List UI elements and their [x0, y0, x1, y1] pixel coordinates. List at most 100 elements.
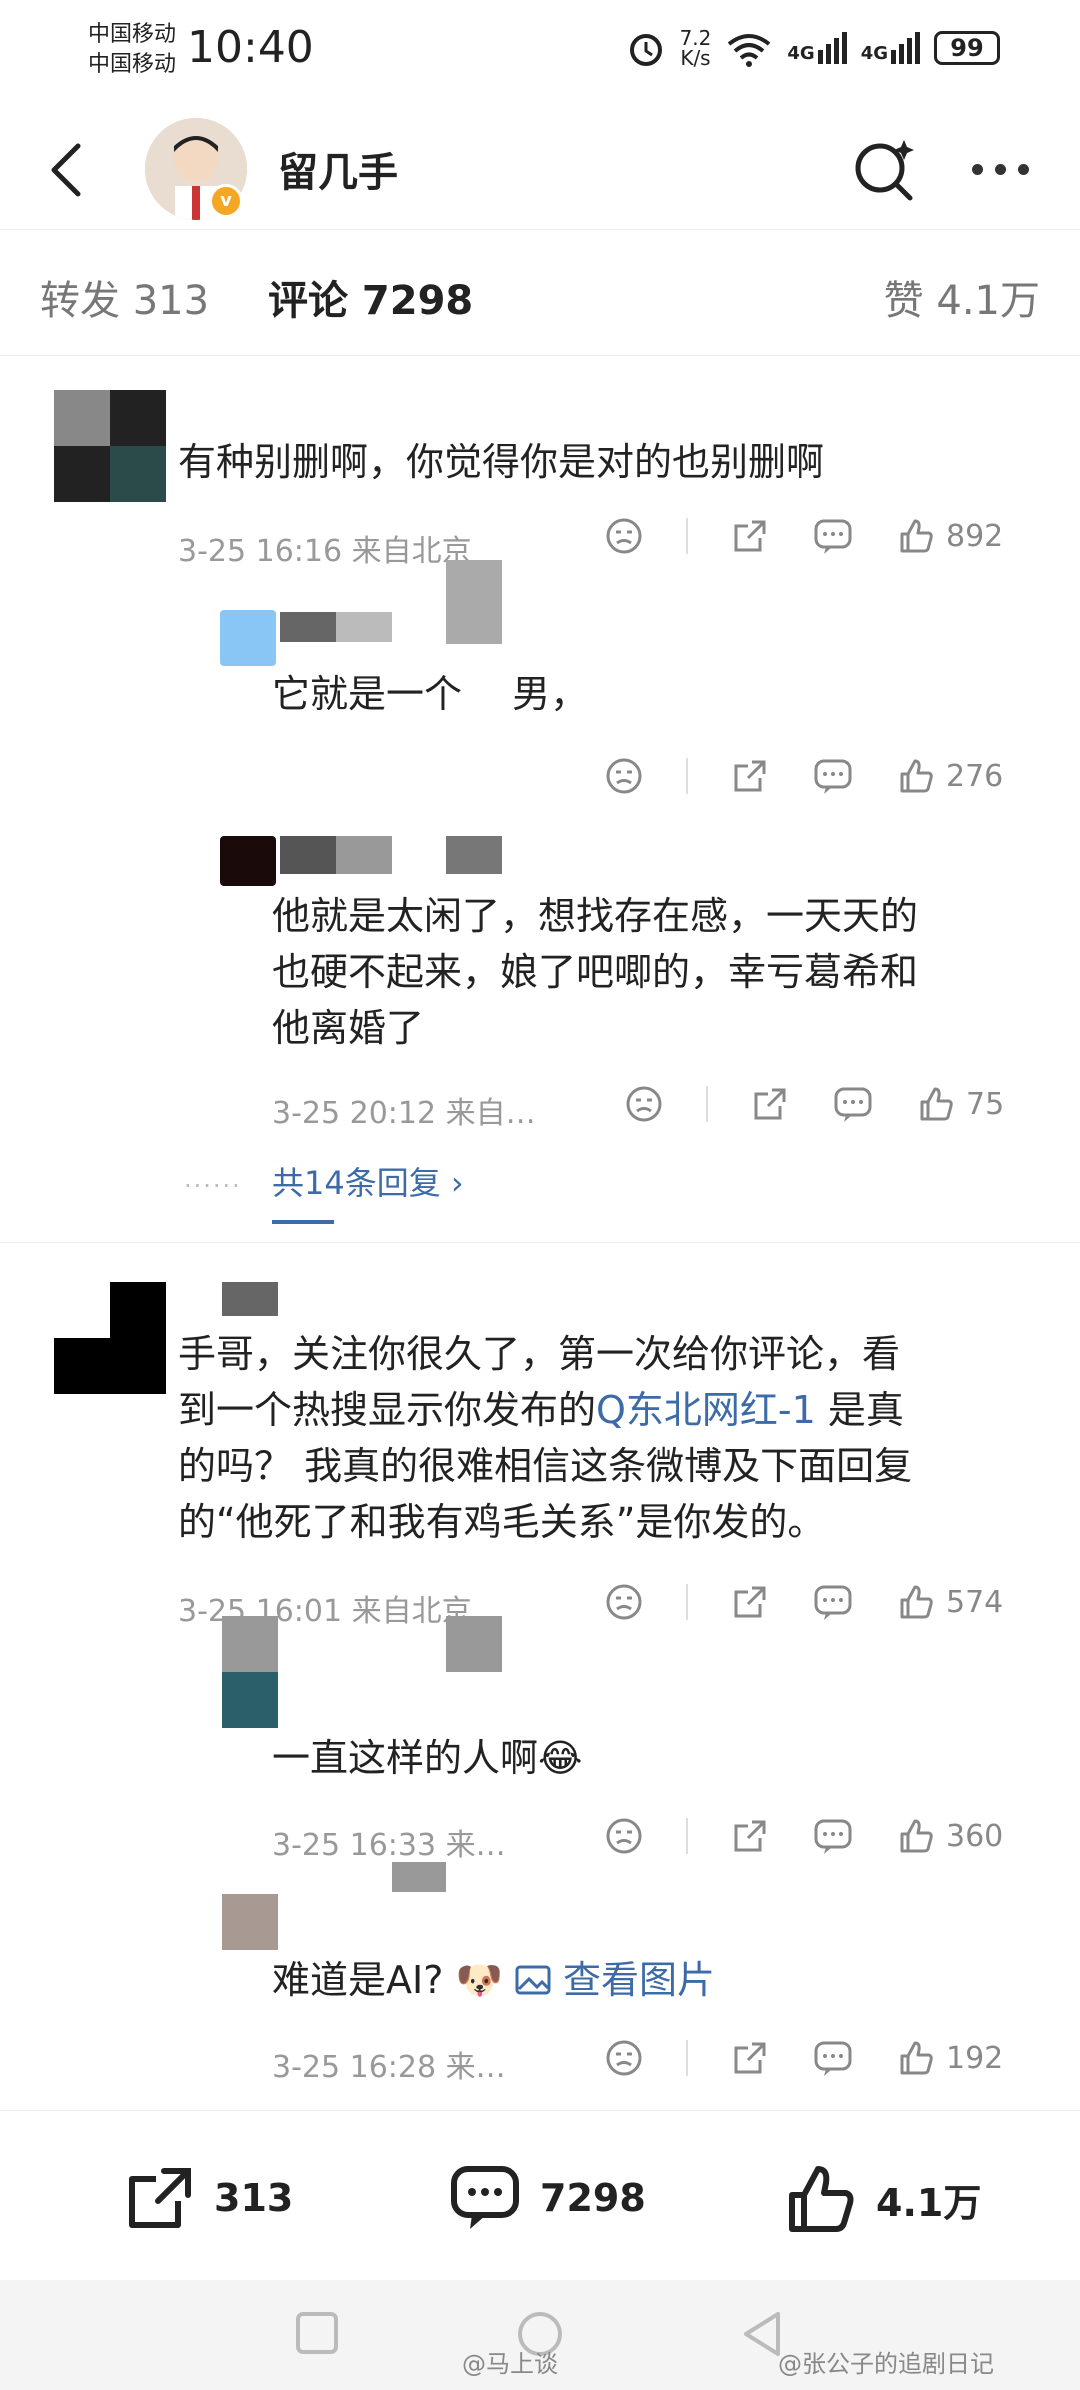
recents-icon[interactable] [292, 2308, 342, 2358]
like-icon [900, 759, 933, 793]
dislike-icon[interactable] [624, 1084, 664, 1124]
more-icon[interactable] [960, 134, 1040, 204]
reply-icon[interactable] [812, 2038, 854, 2078]
reply-meta: 3-25 16:33 来… [272, 1828, 506, 1863]
status-icons: 7.2 K/s 4G 4G 99 [626, 28, 1000, 68]
reply-icon[interactable] [812, 756, 854, 796]
status-bar: 中国移动 中国移动 10:40 7.2 K/s 4G 4G 99 [0, 0, 1080, 110]
avatar[interactable] [220, 610, 276, 666]
verified-badge: v [209, 184, 243, 218]
reply-icon[interactable] [812, 1582, 854, 1622]
avatar-part [222, 1672, 278, 1728]
username-obscured [446, 836, 502, 874]
comment-actions: 574 [604, 1582, 1003, 1622]
clock: 10:40 [187, 22, 314, 73]
share-icon[interactable] [730, 2038, 770, 2078]
username-obscured [446, 560, 502, 644]
tab-comments[interactable]: 评论 7298 [268, 268, 473, 326]
like-button[interactable]: 892 [896, 516, 1003, 556]
image-icon [515, 1965, 551, 1995]
repost-button[interactable]: 313 [124, 2163, 293, 2233]
signal-2: 4G [861, 32, 920, 64]
avatar[interactable] [54, 390, 166, 502]
like-button[interactable]: 4.1万 [784, 2163, 981, 2235]
carrier-labels: 中国移动 中国移动 [88, 20, 176, 80]
view-more-replies-link[interactable]: 共14条回复 › [272, 1158, 464, 1204]
reply-text: 难道是AI? 🐶 查看图片 [272, 1958, 715, 2002]
carrier-2: 中国移动 [88, 52, 177, 77]
reply-actions: 276 [604, 756, 1003, 796]
separator [686, 518, 688, 554]
username-obscured [336, 612, 392, 642]
comment-button[interactable]: 7298 [448, 2163, 646, 2233]
reply-meta: 3-25 20:12 来自… [272, 1096, 536, 1131]
dislike-icon[interactable] [604, 1816, 644, 1856]
reply-actions: 360 [604, 1816, 1003, 1856]
username[interactable]: 留几手 [278, 140, 398, 198]
dislike-icon[interactable] [604, 2038, 644, 2078]
battery-indicator: 99 [934, 31, 1000, 65]
like-icon [789, 2166, 854, 2232]
dots: ······ [184, 1172, 242, 1200]
tab-repost[interactable]: 转发 313 [40, 268, 209, 326]
system-navigation-bar: @马上谈 @张公子的追剧日记 [0, 2280, 1080, 2390]
avatar[interactable] [222, 1894, 278, 1950]
separator [686, 1584, 688, 1620]
share-icon[interactable] [730, 1582, 770, 1622]
like-button[interactable]: 192 [896, 2038, 1003, 2078]
share-icon[interactable] [750, 1084, 790, 1124]
avatar[interactable] [220, 836, 276, 886]
username-obscured [280, 836, 336, 874]
watermark-left: @马上谈 [462, 2350, 558, 2378]
tab-likes[interactable]: 赞 4.1万 [884, 268, 1040, 326]
alarm-icon [629, 34, 662, 66]
share-icon[interactable] [730, 756, 770, 796]
username-obscured [222, 1282, 278, 1316]
reply-icon[interactable] [812, 516, 854, 556]
divider [0, 1242, 1080, 1243]
reply-text: 他就是太闲了，想找存在感，一天天的 也硬不起来，娘了吧唧的，幸亏葛希和 他离婚了 [272, 894, 919, 1050]
search-icon[interactable] [850, 134, 920, 204]
hot-search-link[interactable]: Q东北网红-1 [596, 1388, 816, 1432]
separator [686, 1818, 688, 1854]
comment-text: 手哥，关注你很久了，第一次给你评论，看 到一个热搜显示你发布的Q东北网红-1 是… [178, 1332, 913, 1544]
separator [686, 2040, 688, 2076]
back-icon[interactable] [40, 138, 100, 202]
top-nav: v 留几手 [0, 110, 1080, 230]
share-icon [129, 2168, 191, 2228]
reply-meta: 3-25 16:28 来… [272, 2050, 506, 2085]
like-icon [900, 1585, 933, 1619]
like-button[interactable]: 574 [896, 1582, 1003, 1622]
reply-actions: 75 [624, 1084, 1004, 1124]
comment-meta: 3-25 16:16 来自北京 [178, 534, 472, 569]
bottom-action-bar: 313 7298 4.1万 [0, 2110, 1080, 2280]
reply-actions: 192 [604, 2038, 1003, 2078]
separator [706, 1086, 708, 1122]
watermark-right: @张公子的追剧日记 [778, 2350, 994, 2378]
comment-text: 有种别删啊，你觉得你是对的也别删啊 [178, 440, 825, 484]
avatar[interactable] [54, 1282, 166, 1394]
signal-1: 4G [787, 32, 847, 64]
comment-actions: 892 [604, 516, 1003, 556]
wifi-icon [728, 34, 771, 67]
like-icon [900, 1819, 933, 1853]
dislike-icon[interactable] [604, 756, 644, 796]
view-image-link[interactable]: 查看图片 [515, 1958, 715, 2002]
like-button[interactable]: 276 [896, 756, 1003, 796]
like-button[interactable]: 75 [916, 1084, 1004, 1124]
dislike-icon[interactable] [604, 516, 644, 556]
reply-icon[interactable] [812, 1816, 854, 1856]
avatar[interactable] [222, 1616, 278, 1672]
like-icon [900, 2041, 933, 2075]
username-obscured [336, 836, 392, 874]
dislike-icon[interactable] [604, 1582, 644, 1622]
like-button[interactable]: 360 [896, 1816, 1003, 1856]
username-obscured [446, 1616, 502, 1672]
reply-text: 一直这样的人啊😂 [272, 1736, 583, 1780]
like-icon [920, 1087, 953, 1121]
username-obscured [392, 1862, 446, 1892]
share-icon[interactable] [730, 1816, 770, 1856]
reply-text: 它就是一个 男， [272, 672, 589, 716]
share-icon[interactable] [730, 516, 770, 556]
reply-icon[interactable] [832, 1084, 874, 1124]
